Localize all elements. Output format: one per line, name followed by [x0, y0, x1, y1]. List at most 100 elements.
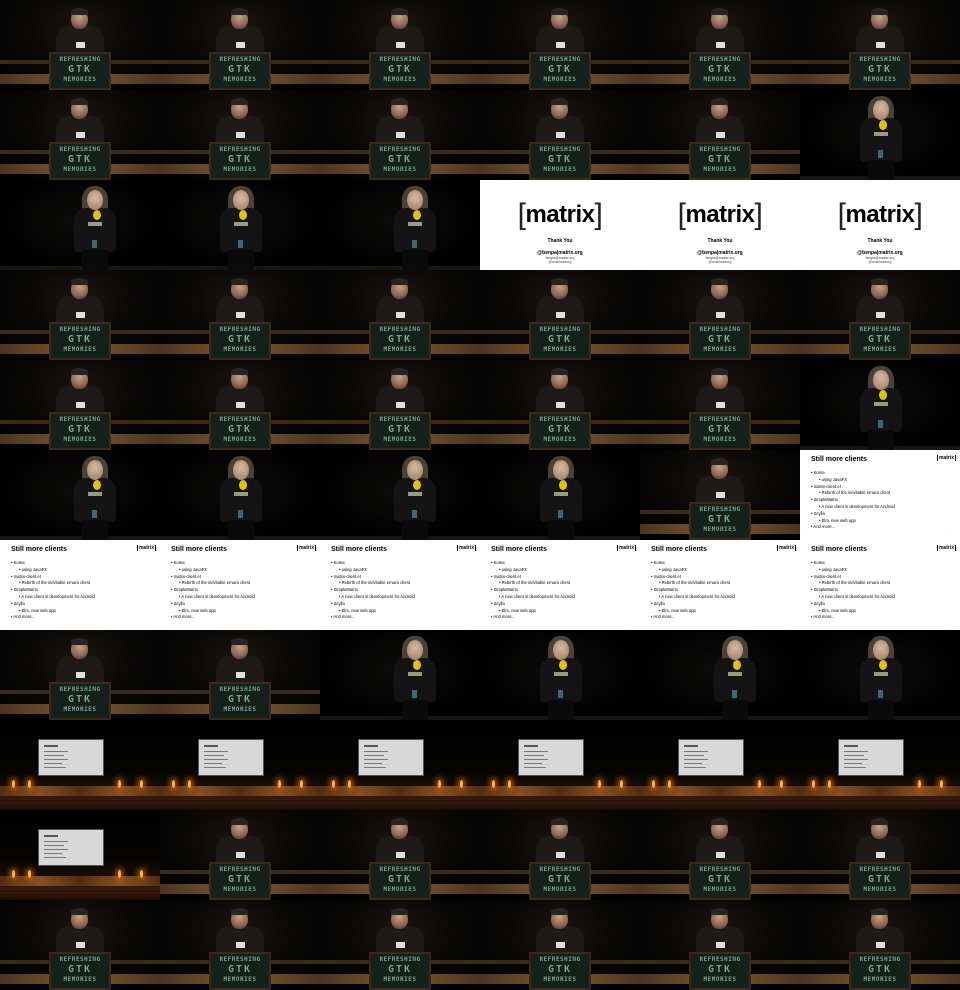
stage-lights: [320, 786, 480, 796]
speaker-at-lectern-frame: REFRESHING GTK MEMORIES: [320, 810, 480, 900]
speaker-face: [727, 640, 743, 660]
speaker-with-microphone-frame: [320, 630, 480, 720]
slide-bullet-item: • Rebirth of the inevitable emacs client: [819, 580, 891, 586]
lanyard-badge: [92, 510, 97, 518]
lectern-sign-line3: MEMORIES: [383, 976, 417, 983]
speaker-at-lectern-frame: REFRESHING GTK MEMORIES: [320, 0, 480, 90]
lectern-sign-line3: MEMORIES: [63, 166, 97, 173]
shirt-print: [554, 672, 568, 676]
lectern-sign-line1: REFRESHING: [539, 956, 581, 963]
speaker-at-lectern-frame: REFRESHING GTK MEMORIES: [640, 270, 800, 360]
lectern-sign-line3: MEMORIES: [703, 76, 737, 83]
lectern: REFRESHING GTK MEMORIES: [689, 142, 751, 180]
speaker-face: [873, 100, 889, 120]
screen-text-line: [844, 755, 864, 756]
lectern-sign-line1: REFRESHING: [699, 146, 741, 153]
lectern-sign-line3: MEMORIES: [703, 526, 737, 533]
slide-bullet-item: • And more...: [171, 614, 196, 620]
lectern-sign-line1: REFRESHING: [699, 956, 741, 963]
lectern-sign-line3: MEMORIES: [383, 166, 417, 173]
speaker-hair: [71, 278, 88, 285]
speaker-with-microphone-frame: [160, 450, 320, 540]
speaker-hair: [711, 458, 728, 465]
candle-light: [918, 780, 921, 788]
lectern-sign-line1: REFRESHING: [859, 56, 901, 63]
speaker-at-lectern-frame: REFRESHING GTK MEMORIES: [480, 0, 640, 90]
candle-light: [758, 780, 761, 788]
lectern-sign-line3: MEMORIES: [63, 76, 97, 83]
name-tag: [556, 42, 565, 48]
microphone-icon: [93, 480, 101, 490]
lectern-sign-line2: GTK: [67, 964, 93, 975]
lectern-sign-line2: GTK: [547, 424, 573, 435]
candle-light: [140, 870, 143, 878]
lectern: REFRESHING GTK MEMORIES: [209, 682, 271, 720]
speaker-hair: [391, 278, 408, 285]
speaker-with-microphone-frame: [640, 630, 800, 720]
pew-row: [800, 805, 960, 807]
slide-bullet-list: • Koma • using JavaFX • matrix-client.el • …: [331, 560, 415, 621]
lanyard-badge: [878, 150, 883, 158]
slide-title: Still more clients: [811, 456, 868, 463]
lectern-sign-line1: REFRESHING: [59, 146, 101, 153]
candle-light: [332, 780, 335, 788]
lectern-sign-line2: GTK: [67, 64, 93, 75]
speaker-at-lectern-frame: REFRESHING GTK MEMORIES: [480, 900, 640, 990]
slide-bullet-item: • using JavaFX: [499, 566, 527, 572]
name-tag: [556, 942, 565, 948]
matrix-logo: matrix: [616, 545, 636, 551]
lectern: REFRESHING GTK MEMORIES: [369, 52, 431, 90]
stage-lights: [160, 786, 320, 796]
lectern-sign-line3: MEMORIES: [703, 886, 737, 893]
shirt-print: [874, 402, 888, 406]
slide-bullet-item: • Scylla: [811, 510, 825, 516]
name-tag: [236, 672, 245, 678]
speaker-hair: [871, 818, 888, 825]
slide-bullet-item: • A new client in development for Androi…: [499, 593, 575, 599]
screen-text-line: [524, 759, 548, 760]
stage-lights: [0, 786, 160, 796]
contact-line-2: @matrixdotorg: [708, 260, 732, 264]
slide-bullet-item: • A new client in development for Androi…: [339, 593, 415, 599]
lectern-sign-line1: REFRESHING: [859, 956, 901, 963]
speaker-at-lectern-frame: REFRESHING GTK MEMORIES: [320, 900, 480, 990]
speaker-at-lectern-frame: REFRESHING GTK MEMORIES: [640, 810, 800, 900]
speaker-hair: [711, 98, 728, 105]
candle-light: [12, 870, 15, 878]
lectern-sign-line3: MEMORIES: [703, 166, 737, 173]
speaker-hair: [551, 98, 568, 105]
speaker-hair: [711, 368, 728, 375]
slide-title: Still more clients: [171, 546, 228, 553]
slide-bullet-item: • Rebirth of the inevitable emacs client: [819, 490, 891, 496]
shirt-print: [88, 492, 102, 496]
lectern-sign-line2: GTK: [227, 694, 253, 705]
slide-bullet-item: • Elm, new web app: [19, 607, 56, 613]
lectern-sign-line1: REFRESHING: [699, 506, 741, 513]
lectern-sign-line1: REFRESHING: [859, 326, 901, 333]
speaker-face: [233, 190, 249, 210]
lectern-sign-line2: GTK: [387, 874, 413, 885]
speaker-hair: [231, 368, 248, 375]
speaker-hair: [231, 818, 248, 825]
projector-screen: [678, 739, 744, 776]
screen-text-line: [44, 745, 58, 747]
lectern: REFRESHING GTK MEMORIES: [689, 412, 751, 450]
screen-text-line: [44, 849, 68, 850]
lectern-sign-line3: MEMORIES: [863, 346, 897, 353]
lectern: REFRESHING GTK MEMORIES: [369, 322, 431, 360]
lectern-sign-line1: REFRESHING: [699, 866, 741, 873]
microphone-icon: [879, 120, 887, 130]
lectern-sign-line2: GTK: [227, 334, 253, 345]
shirt-print: [874, 132, 888, 136]
projector-screen: [358, 739, 424, 776]
microphone-icon: [879, 390, 887, 400]
screen-text-line: [364, 751, 388, 752]
speaker-with-microphone-frame: [320, 180, 480, 270]
screen-text-line: [364, 759, 388, 760]
lectern-sign-line2: GTK: [707, 154, 733, 165]
lectern-sign-line1: REFRESHING: [539, 326, 581, 333]
screen-text-line: [684, 745, 698, 747]
slide-page-mark: ▪: [147, 624, 148, 626]
slide-bullet-item: • Elm, new web app: [819, 607, 856, 613]
lectern-sign-line1: REFRESHING: [379, 146, 421, 153]
